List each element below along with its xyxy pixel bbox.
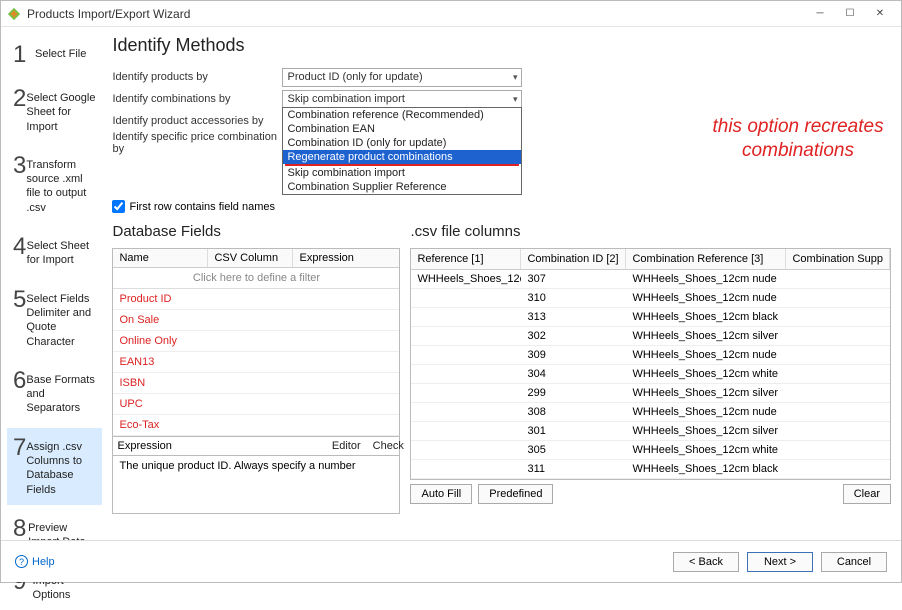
minimize-button[interactable]: ─ [805,4,835,24]
dropdown-option-selected[interactable]: Regenerate product combinations [283,150,521,164]
wizard-step-5[interactable]: 5Select Fields Delimiter and Quote Chara… [7,280,102,357]
db-row[interactable]: Eco-Tax [113,415,399,436]
cancel-button[interactable]: Cancel [821,552,887,572]
wizard-step-1[interactable]: 1Select File [7,35,102,75]
csv-row[interactable]: 302WHHeels_Shoes_12cm silver [411,327,890,346]
wizard-steps-sidebar: 1Select File 2Select Google Sheet for Im… [1,27,108,537]
wizard-step-3[interactable]: 3Transform source .xml file to output .c… [7,146,102,223]
db-row-product-id[interactable]: Product ID [113,289,399,310]
csv-row[interactable]: 301WHHeels_Shoes_12cm silver [411,422,890,441]
csv-row[interactable]: 313WHHeels_Shoes_12cm black [411,308,890,327]
db-fields-header: Name CSV Column Expression [113,249,399,268]
csv-col-combination-id[interactable]: Combination ID [2] [521,249,626,269]
identify-combinations-dropdown[interactable]: Combination reference (Recommended) Comb… [282,107,522,195]
csv-row[interactable]: 309WHHeels_Shoes_12cm nude [411,346,890,365]
db-row[interactable]: UPC [113,394,399,415]
csv-grid: Reference [1] Combination ID [2] Combina… [410,248,891,480]
csv-col-combination-ref[interactable]: Combination Reference [3] [626,249,786,269]
wizard-step-4[interactable]: 4Select Sheet for Import [7,227,102,276]
auto-fill-button[interactable]: Auto Fill [410,484,472,504]
close-button[interactable]: ✕ [865,4,895,24]
expression-editor-btn[interactable]: Editor [326,437,367,455]
db-row[interactable]: Online Only [113,331,399,352]
identify-accessories-label: Identify product accessories by [112,115,282,127]
help-icon: ? [15,555,28,568]
field-description: The unique product ID. Always specify a … [112,456,400,514]
predefined-button[interactable]: Predefined [478,484,553,504]
db-fields-title: Database Fields [112,223,400,240]
expression-input[interactable] [176,437,326,455]
csv-col-combination-supp[interactable]: Combination Supp [786,249,890,269]
wizard-footer: ? Help < Back Next > Cancel [1,540,901,582]
app-icon [7,7,21,21]
next-button[interactable]: Next > [747,552,813,572]
chevron-down-icon: ▾ [513,94,518,105]
wizard-step-6[interactable]: 6Base Formats and Separators [7,361,102,424]
main-panel: Identify Methods Identify products by Pr… [108,27,901,537]
db-col-csv[interactable]: CSV Column [208,249,293,267]
db-row[interactable]: ISBN [113,373,399,394]
dropdown-option[interactable]: Combination EAN [283,122,521,136]
csv-row[interactable]: WHHeels_Shoes_12cm307WHHeels_Shoes_12cm … [411,270,890,289]
csv-col-reference[interactable]: Reference [1] [411,249,521,269]
expression-bar: Expression Editor Check [112,437,400,456]
chevron-down-icon: ▾ [513,72,518,83]
dropdown-option[interactable]: Combination Supplier Reference [283,180,521,194]
first-row-checkbox-input[interactable] [112,200,125,213]
first-row-checkbox[interactable]: First row contains field names [112,200,891,213]
expression-check-btn[interactable]: Check [367,437,410,455]
annotation-text: this option recreatescombinations [712,115,883,163]
csv-row[interactable]: 311WHHeels_Shoes_12cm black [411,460,890,479]
csv-row[interactable]: 304WHHeels_Shoes_12cm white [411,365,890,384]
help-link[interactable]: ? Help [15,555,55,568]
wizard-step-2[interactable]: 2Select Google Sheet for Import [7,79,102,142]
csv-row[interactable]: 305WHHeels_Shoes_12cm white [411,441,890,460]
dropdown-option[interactable]: Combination ID (only for update) [283,136,521,150]
identify-price-combo-label: Identify specific price combination by [112,131,282,155]
dropdown-option[interactable]: Skip combination import [283,166,521,180]
db-col-name[interactable]: Name [113,249,208,267]
db-filter-row[interactable]: Click here to define a filter [113,268,399,289]
titlebar: Products Import/Export Wizard ─ ☐ ✕ [1,1,901,27]
db-col-expression[interactable]: Expression [293,249,399,267]
identify-combinations-label: Identify combinations by [112,93,282,105]
csv-columns-title: .csv file columns [410,223,891,240]
clear-button[interactable]: Clear [843,484,891,504]
dropdown-option[interactable]: Combination reference (Recommended) [283,108,521,122]
db-fields-grid: Name CSV Column Expression Click here to… [112,248,400,437]
wizard-step-7[interactable]: 7Assign .csv Columns to Database Fields [7,428,102,505]
maximize-button[interactable]: ☐ [835,4,865,24]
identify-products-label: Identify products by [112,71,282,83]
db-row[interactable]: On Sale [113,310,399,331]
identify-combinations-combo[interactable]: Skip combination import▾ [282,90,522,109]
csv-grid-body[interactable]: WHHeels_Shoes_12cm307WHHeels_Shoes_12cm … [410,270,891,480]
identify-products-combo[interactable]: Product ID (only for update)▾ [282,68,522,87]
csv-row[interactable]: 299WHHeels_Shoes_12cm silver [411,384,890,403]
csv-row[interactable]: 310WHHeels_Shoes_12cm nude [411,289,890,308]
identify-methods-title: Identify Methods [112,35,891,56]
back-button[interactable]: < Back [673,552,739,572]
csv-row[interactable]: 308WHHeels_Shoes_12cm nude [411,403,890,422]
db-row[interactable]: EAN13 [113,352,399,373]
window-title: Products Import/Export Wizard [27,7,805,21]
csv-grid-header: Reference [1] Combination ID [2] Combina… [410,248,891,270]
expression-label: Expression [113,437,175,455]
